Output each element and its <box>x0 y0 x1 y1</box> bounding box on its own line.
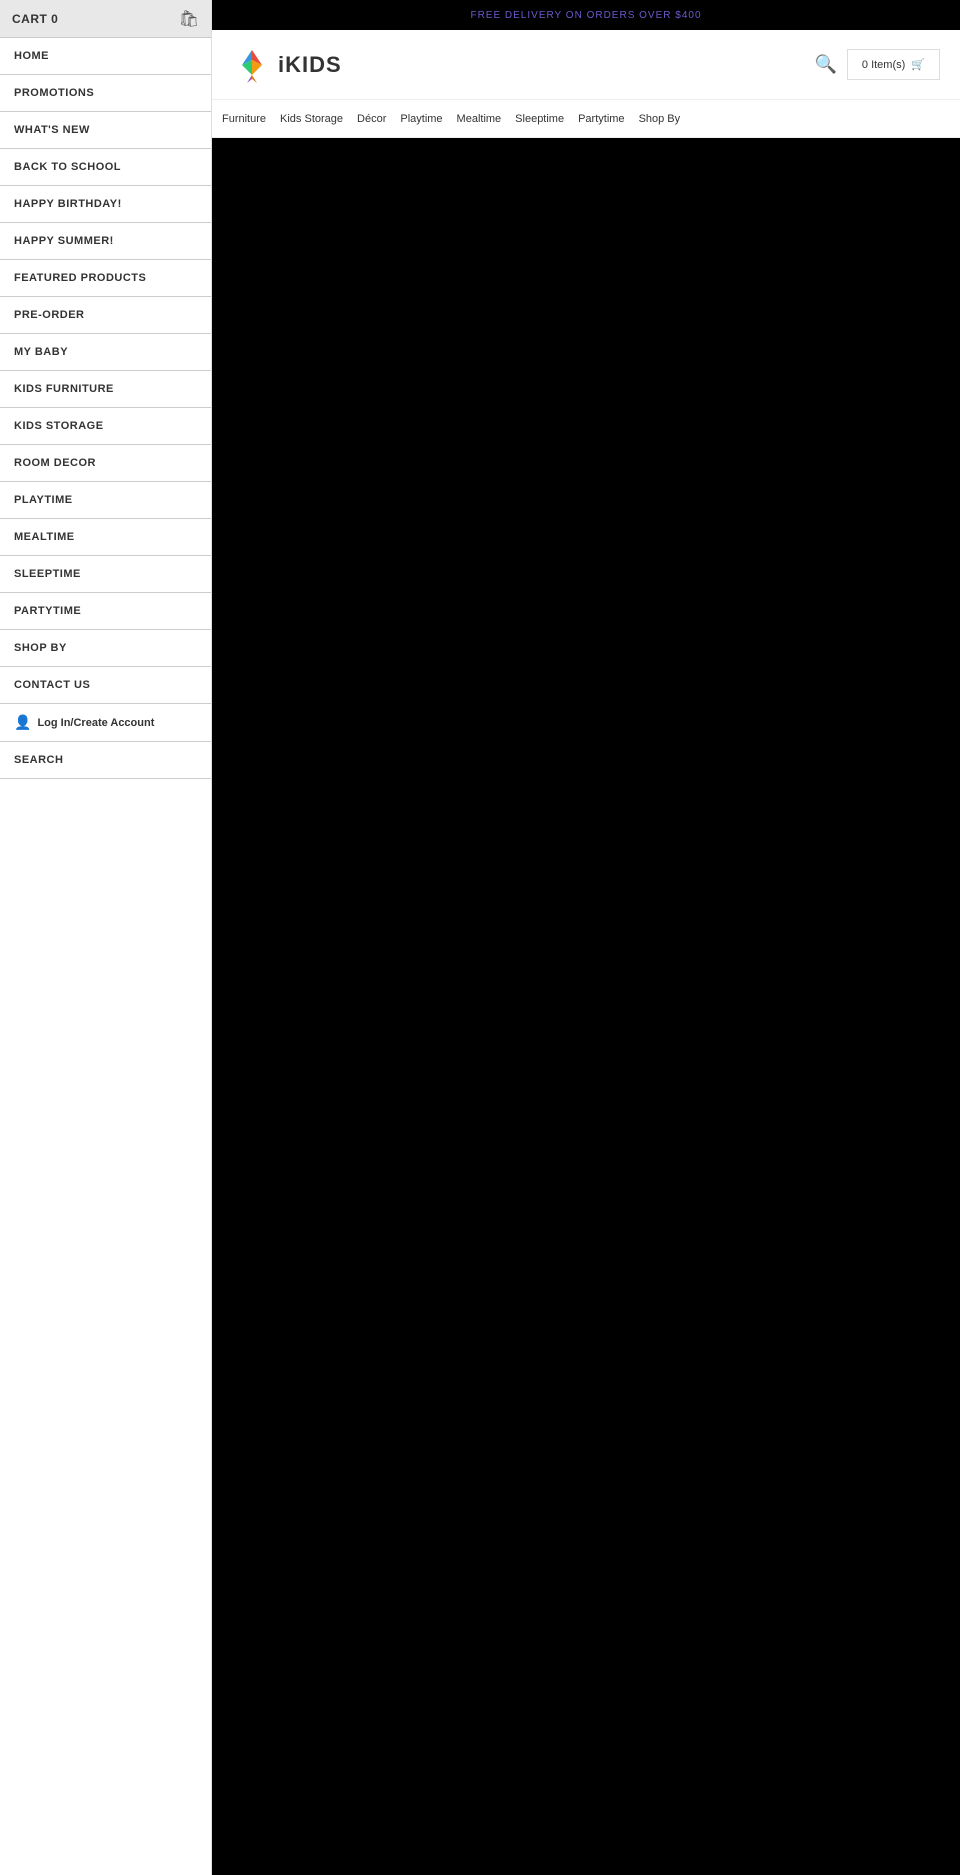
banner-link[interactable]: FREE DELIVERY ON ORDERS OVER $400 <box>470 10 701 21</box>
sidebar-item-happy-summer[interactable]: HAPPY SUMMER! <box>0 223 211 260</box>
nav-item-shop-by[interactable]: Shop By <box>639 113 681 125</box>
sidebar: CART 0 🛍 HOMEPROMOTIONSWHAT'S NEWBACK TO… <box>0 0 212 1875</box>
sidebar-link-my-baby[interactable]: MY BABY <box>0 334 211 370</box>
sidebar-link-contact-us[interactable]: CONTACT US <box>0 667 211 703</box>
sidebar-item-home[interactable]: HOME <box>0 38 211 75</box>
sidebar-item-featured-products[interactable]: FEATURED PRODUCTS <box>0 260 211 297</box>
sidebar-item-playtime[interactable]: PLAYTIME <box>0 482 211 519</box>
sidebar-link-sleeptime[interactable]: SLEEPTIME <box>0 556 211 592</box>
sidebar-link-happy-birthday[interactable]: HAPPY BIRTHDAY! <box>0 186 211 222</box>
sidebar-item-room-decor[interactable]: ROOM DECOR <box>0 445 211 482</box>
header-cart-button[interactable]: 0 Item(s) 🛒 <box>847 49 940 80</box>
sidebar-search-list: SEARCH <box>0 742 211 779</box>
logo-icon <box>232 45 272 85</box>
sidebar-link-back-to-school[interactable]: BACK TO SCHOOL <box>0 149 211 185</box>
header-cart-label: 0 Item(s) <box>862 59 905 71</box>
sidebar-item-sleeptime[interactable]: SLEEPTIME <box>0 556 211 593</box>
sidebar-link-shop-by[interactable]: SHOP BY <box>0 630 211 666</box>
sidebar-item-whats-new[interactable]: WHAT'S NEW <box>0 112 211 149</box>
sidebar-search-link[interactable]: SEARCH <box>0 742 211 778</box>
sidebar-item-kids-storage[interactable]: KIDS STORAGE <box>0 408 211 445</box>
sidebar-item-back-to-school[interactable]: BACK TO SCHOOL <box>0 149 211 186</box>
main-content <box>212 138 960 1875</box>
top-banner: FREE DELIVERY ON ORDERS OVER $400 <box>212 0 960 30</box>
sidebar-link-happy-summer[interactable]: HAPPY SUMMER! <box>0 223 211 259</box>
sidebar-item-partytime[interactable]: PARTYTIME <box>0 593 211 630</box>
header-cart-icon: 🛒 <box>911 58 925 71</box>
sidebar-item-kids-furniture[interactable]: KIDS FURNITURE <box>0 371 211 408</box>
sidebar-link-pre-order[interactable]: PRE-ORDER <box>0 297 211 333</box>
sidebar-item-happy-birthday[interactable]: HAPPY BIRTHDAY! <box>0 186 211 223</box>
nav-item-playtime[interactable]: Playtime <box>400 113 442 125</box>
nav-item-sleeptime[interactable]: Sleeptime <box>515 113 564 125</box>
sidebar-nav: HOMEPROMOTIONSWHAT'S NEWBACK TO SCHOOLHA… <box>0 38 211 704</box>
sidebar-cart-label: CART 0 <box>12 12 58 26</box>
sidebar-link-home[interactable]: HOME <box>0 38 211 74</box>
sidebar-link-mealtime[interactable]: MEALTIME <box>0 519 211 555</box>
sidebar-link-promotions[interactable]: PROMOTIONS <box>0 75 211 111</box>
sidebar-cart-bar[interactable]: CART 0 🛍 <box>0 0 211 38</box>
sidebar-link-room-decor[interactable]: ROOM DECOR <box>0 445 211 481</box>
sidebar-link-kids-storage[interactable]: KIDS STORAGE <box>0 408 211 444</box>
nav-item-kids-storage[interactable]: Kids Storage <box>280 113 343 125</box>
account-icon: 👤 <box>14 714 31 731</box>
nav-item-mealtime[interactable]: Mealtime <box>457 113 502 125</box>
header-right: 🔍 0 Item(s) 🛒 <box>814 49 940 80</box>
nav-item-partytime[interactable]: Partytime <box>578 113 624 125</box>
sidebar-item-shop-by[interactable]: SHOP BY <box>0 630 211 667</box>
sidebar-item-my-baby[interactable]: MY BABY <box>0 334 211 371</box>
top-nav: Furniture Kids Storage Décor Playtime Mealti… <box>212 100 960 138</box>
header-search-icon[interactable]: 🔍 <box>814 54 836 75</box>
sidebar-account-label: Log In/Create Account <box>37 717 154 729</box>
sidebar-account[interactable]: 👤 Log In/Create Account <box>0 704 211 742</box>
sidebar-link-partytime[interactable]: PARTYTIME <box>0 593 211 629</box>
sidebar-item-promotions[interactable]: PROMOTIONS <box>0 75 211 112</box>
nav-item-decor[interactable]: Décor <box>357 113 386 125</box>
sidebar-link-kids-furniture[interactable]: KIDS FURNITURE <box>0 371 211 407</box>
logo-text: iKIDS <box>278 52 342 78</box>
sidebar-item-pre-order[interactable]: PRE-ORDER <box>0 297 211 334</box>
sidebar-link-playtime[interactable]: PLAYTIME <box>0 482 211 518</box>
sidebar-search-item[interactable]: SEARCH <box>0 742 211 779</box>
sidebar-link-featured-products[interactable]: FEATURED PRODUCTS <box>0 260 211 296</box>
sidebar-item-mealtime[interactable]: MEALTIME <box>0 519 211 556</box>
sidebar-item-contact-us[interactable]: CONTACT US <box>0 667 211 704</box>
header: iKIDS 🔍 0 Item(s) 🛒 <box>212 30 960 100</box>
main-area: FREE DELIVERY ON ORDERS OVER $400 iKIDS … <box>212 0 960 1875</box>
nav-item-furniture[interactable]: Furniture <box>222 113 266 125</box>
sidebar-link-whats-new[interactable]: WHAT'S NEW <box>0 112 211 148</box>
cart-bag-icon: 🛍 <box>179 9 199 29</box>
logo-area: iKIDS <box>232 45 342 85</box>
